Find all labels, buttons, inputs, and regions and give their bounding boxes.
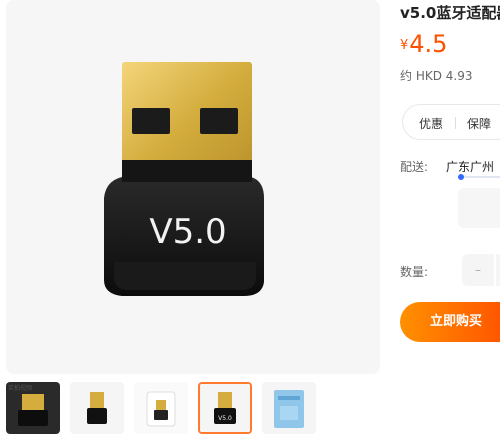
- adapter-v5-thumbnail-icon: V5.0: [200, 384, 250, 432]
- price: ¥4.5: [400, 30, 447, 58]
- benefit-tabs: 优惠 保障: [402, 104, 500, 140]
- main-product-image[interactable]: V5.0: [6, 0, 380, 374]
- price-value: 4.5: [409, 30, 448, 58]
- tab-guarantee[interactable]: 保障: [467, 115, 491, 132]
- tab-discount[interactable]: 优惠: [419, 115, 443, 132]
- shipping-origin[interactable]: 广东广州: [446, 158, 494, 175]
- quantity-input[interactable]: [496, 254, 500, 286]
- thumbnail-video[interactable]: 实拍视频: [6, 382, 60, 434]
- main-image-label: V5.0: [149, 212, 226, 252]
- approx-price: 约 HKD 4.93: [400, 69, 473, 83]
- blue-box-thumbnail-icon: [262, 382, 316, 434]
- thumbnail-4-selected[interactable]: V5.0: [198, 382, 252, 434]
- thumbnail-2[interactable]: [70, 382, 124, 434]
- thumbnail-video-label: 实拍视频: [8, 385, 33, 392]
- product-info-panel: v5.0蓝牙适配器 ¥4.5 约 HKD 4.93 优惠 保障 配送: 广东广州…: [400, 0, 500, 434]
- shipping-progress-dot: [458, 174, 464, 180]
- currency-symbol: ¥: [400, 38, 409, 53]
- quantity-minus-button[interactable]: –: [462, 254, 494, 286]
- shipping-label: 配送:: [400, 160, 429, 174]
- thumbnail-3[interactable]: [134, 382, 188, 434]
- thumbnail-5[interactable]: [262, 382, 316, 434]
- product-title: v5.0蓝牙适配器: [400, 4, 500, 22]
- usb-adapter-illustration: V5.0: [104, 62, 264, 296]
- adapter-package-thumbnail-icon: [134, 382, 188, 434]
- adapter-gold-thumbnail-icon: [70, 382, 124, 434]
- buy-now-button[interactable]: 立即购买: [400, 302, 500, 342]
- thumb-v5-text: V5.0: [218, 415, 232, 422]
- tab-divider: [455, 117, 456, 129]
- shipping-option-box[interactable]: [458, 188, 500, 228]
- shipping-progress-track: [460, 176, 500, 178]
- quantity-label: 数量:: [400, 265, 429, 279]
